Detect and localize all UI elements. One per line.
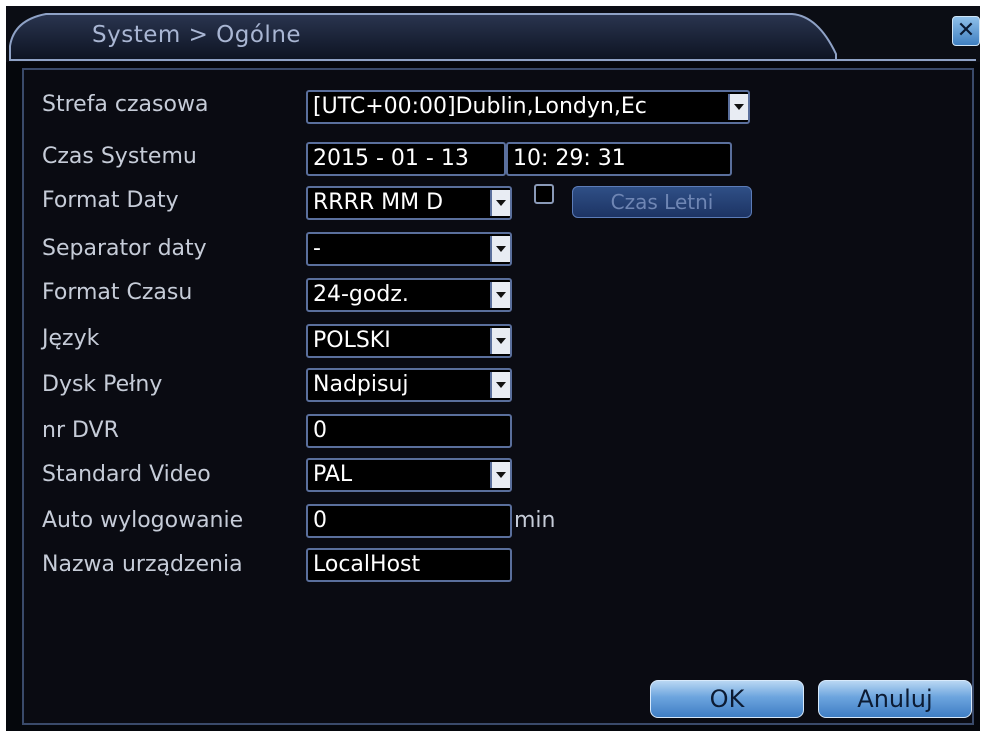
date-separator-value: - <box>313 236 321 261</box>
date-format-select[interactable]: RRRR MM D <box>306 186 512 220</box>
chevron-down-icon[interactable] <box>728 94 748 120</box>
disk-full-label: Dysk Pełny <box>42 372 163 397</box>
window-title: System > Ogólne <box>92 22 302 48</box>
timezone-value: [UTC+00:00]Dublin,Londyn,Ec <box>313 94 647 119</box>
settings-window: System > Ogólne ✕ Strefa czasowa [UTC+00… <box>6 6 980 731</box>
chevron-down-icon[interactable] <box>490 190 510 216</box>
date-separator-select[interactable]: - <box>306 232 512 266</box>
chevron-down-icon[interactable] <box>490 236 510 262</box>
language-value: POLSKI <box>313 328 391 353</box>
dvr-no-label: nr DVR <box>42 418 119 443</box>
auto-logout-label: Auto wylogowanie <box>42 508 244 533</box>
system-time-input[interactable]: 10: 29: 31 <box>506 142 732 176</box>
system-time-value: 10: 29: 31 <box>513 146 626 171</box>
auto-logout-value: 0 <box>313 508 327 533</box>
language-select[interactable]: POLSKI <box>306 324 512 358</box>
language-label: Język <box>42 326 100 351</box>
close-icon[interactable]: ✕ <box>952 16 980 46</box>
disk-full-select[interactable]: Nadpisuj <box>306 368 512 402</box>
device-name-input[interactable]: LocalHost <box>306 548 512 582</box>
system-date-value: 2015 - 01 - 13 <box>313 146 469 171</box>
timezone-label: Strefa czasowa <box>42 92 209 117</box>
disk-full-value: Nadpisuj <box>313 372 409 397</box>
ok-button[interactable]: OK <box>650 680 804 718</box>
dvr-no-input[interactable]: 0 <box>306 414 512 448</box>
device-name-value: LocalHost <box>313 552 421 577</box>
time-format-label: Format Czasu <box>42 280 193 305</box>
dst-button: Czas Letni <box>572 186 752 218</box>
dst-checkbox[interactable] <box>534 184 554 204</box>
time-format-select[interactable]: 24-godz. <box>306 278 512 312</box>
cancel-button[interactable]: Anuluj <box>818 680 972 718</box>
date-format-label: Format Daty <box>42 188 179 213</box>
system-time-label: Czas Systemu <box>42 144 197 169</box>
time-format-value: 24-godz. <box>313 282 409 307</box>
auto-logout-input[interactable]: 0 <box>306 504 512 538</box>
date-separator-label: Separator daty <box>42 236 207 261</box>
chevron-down-icon[interactable] <box>490 372 510 398</box>
chevron-down-icon[interactable] <box>490 328 510 354</box>
video-standard-select[interactable]: PAL <box>306 458 512 492</box>
date-format-value: RRRR MM D <box>313 190 444 215</box>
video-standard-value: PAL <box>313 462 353 487</box>
chevron-down-icon[interactable] <box>490 282 510 308</box>
chevron-down-icon[interactable] <box>490 462 510 488</box>
video-standard-label: Standard Video <box>42 462 211 487</box>
title-bar: System > Ogólne ✕ <box>6 6 980 62</box>
dvr-no-value: 0 <box>313 418 327 443</box>
timezone-select[interactable]: [UTC+00:00]Dublin,Londyn,Ec <box>306 90 750 124</box>
auto-logout-unit: min <box>514 508 556 533</box>
device-name-label: Nazwa urządzenia <box>42 552 243 577</box>
system-date-input[interactable]: 2015 - 01 - 13 <box>306 142 506 176</box>
